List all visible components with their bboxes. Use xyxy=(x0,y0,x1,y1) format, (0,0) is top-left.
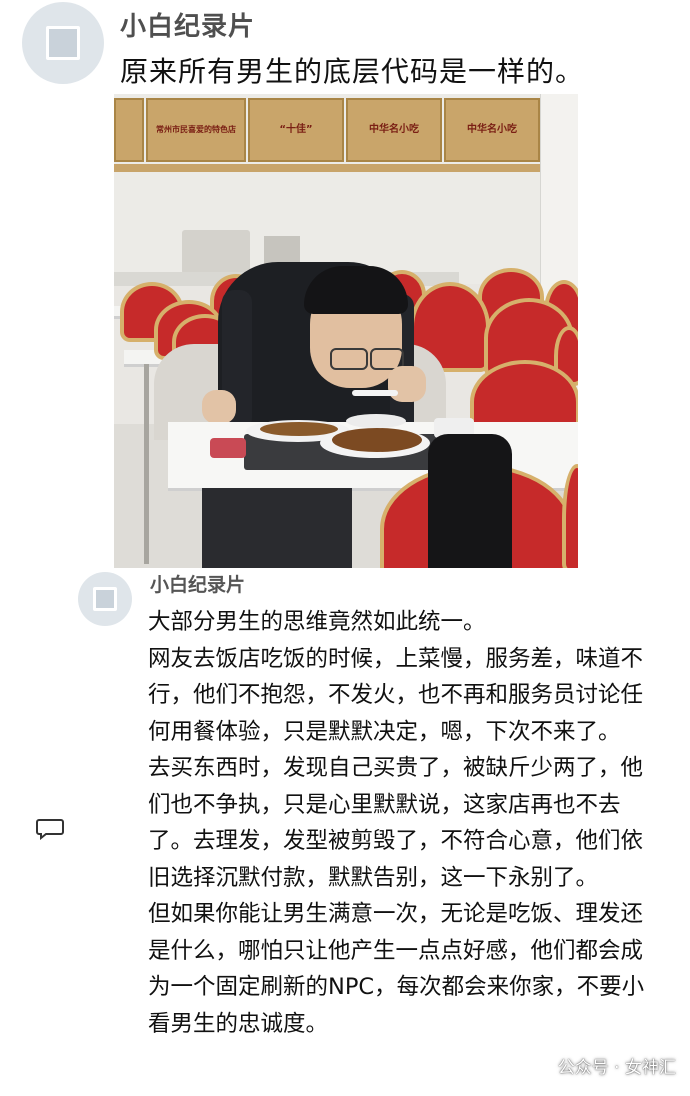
post-paragraph: 大部分男生的思维竟然如此统一。 xyxy=(148,609,486,635)
watermark-text: 公众号 · 女神汇 xyxy=(557,1058,676,1078)
post-paragraph: 去买东西时，发现自己买贵了，被缺斤少两了，他们也不争执，只是心里默默说，这家店再… xyxy=(148,755,644,891)
post-author-name[interactable]: 小白纪录片 xyxy=(120,6,255,43)
avatar-icon xyxy=(46,26,80,60)
watermark: 公众号 · 女神汇 xyxy=(537,1053,676,1078)
post-caption: 原来所有男生的底层代码是一样的。 xyxy=(120,55,585,88)
author-avatar[interactable] xyxy=(78,572,132,626)
avatar-icon xyxy=(92,586,118,612)
award-plaque xyxy=(114,98,144,162)
wechat-icon xyxy=(537,1058,552,1073)
post-paragraph: 网友去饭店吃饭的时候，上菜慢，服务差，味道不行，他们不抱怨，不发火，也不再和服务… xyxy=(148,645,644,745)
post-paragraph: 但如果你能让男生满意一次，无论是吃饭、理发还是什么，哪怕只让他产生一点点好感，他… xyxy=(148,901,645,1037)
comment-icon[interactable] xyxy=(36,818,64,840)
award-plaque: 中华名小吃 xyxy=(444,98,540,162)
post-author-name[interactable]: 小白纪录片 xyxy=(150,570,245,597)
award-plaque: 中华名小吃 xyxy=(346,98,442,162)
author-avatar[interactable] xyxy=(22,2,104,84)
post-photo[interactable]: 常州市民喜爱的特色店 “十佳” 中华名小吃 中华名小吃 xyxy=(114,94,578,568)
award-plaque: “十佳” xyxy=(248,98,344,162)
award-plaque: 常州市民喜爱的特色店 xyxy=(146,98,246,162)
post-body: 大部分男生的思维竟然如此统一。 网友去饭店吃饭的时候，上菜慢，服务差，味道不行，… xyxy=(148,604,658,1042)
